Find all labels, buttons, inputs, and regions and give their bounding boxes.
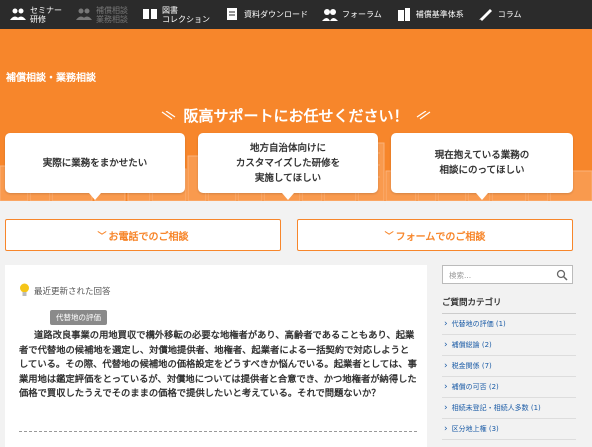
book-icon: [142, 7, 162, 23]
nav-item-4[interactable]: フォーラム: [322, 7, 382, 23]
nav-label-line2: 研修: [30, 14, 46, 24]
search-input[interactable]: 検索...: [442, 265, 573, 284]
nav-item-1[interactable]: 補償相談 業務相談: [76, 6, 128, 24]
bubble-text: 現在抱えている業務の 相談にのってほしい: [434, 150, 530, 176]
category-link[interactable]: › 税金関係 (7): [442, 356, 576, 377]
document-icon: [224, 7, 244, 23]
consult-icon: [76, 7, 96, 23]
nav-label-line1: セミナー: [30, 5, 62, 15]
need-bubble-consult: 現在抱えている業務の 相談にのってほしい: [391, 133, 573, 200]
category-list: › 代替地の評価 (1) › 補償総論 (2) › 税金関係 (7) › 補償の可否 (2) ›…: [442, 314, 578, 440]
decor-lines-right-icon: [416, 111, 431, 120]
nav-item-label: 資料ダウンロード: [244, 10, 308, 19]
nav-label-line1: 図書: [162, 5, 178, 15]
nav-label-line2: 業務相談: [96, 14, 128, 24]
nav-item-label: セミナー 研修: [30, 6, 62, 24]
category-heading: ご質問カテゴリ: [442, 296, 576, 314]
search-icon[interactable]: [556, 269, 568, 281]
chevron-down-icon: ﹀: [384, 231, 394, 242]
question-text[interactable]: 道路改良事業の用地買収で構外移転の必要な地権者があり、高齢者であることもあり、起…: [19, 329, 417, 402]
chevron-right-icon: ›: [444, 424, 448, 434]
nav-item-label: 補償基準体系: [416, 10, 464, 19]
nav-item-label: 補償相談 業務相談: [96, 6, 128, 24]
nav-item-label: フォーラム: [342, 10, 382, 19]
form-consult-label: フォームでのご相談: [395, 231, 486, 243]
nav-item-0[interactable]: セミナー 研修: [10, 6, 62, 24]
bubble-text: 実際に業務をまかせたい: [42, 157, 148, 169]
sidebar: 検索... ご質問カテゴリ › 代替地の評価 (1) › 補償総論 (2) › 税金関係 …: [442, 265, 578, 440]
category-link-label: 代替地の評価 (1): [451, 320, 506, 328]
nav-item-6[interactable]: コラム: [478, 7, 522, 23]
form-consult-button[interactable]: ﹀ フォームでのご相談: [297, 219, 573, 251]
pen-icon: [478, 7, 498, 23]
category-link-label: 補償の可否 (2): [451, 383, 499, 391]
category-link[interactable]: › 代替地の評価 (1): [442, 314, 576, 335]
chevron-right-icon: ›: [444, 361, 448, 371]
chevron-right-icon: ›: [444, 382, 448, 392]
forum-icon: [322, 7, 342, 23]
divider: [19, 431, 417, 432]
building-icon: [396, 7, 416, 23]
lightbulb-icon: [20, 283, 29, 296]
search-placeholder: 検索...: [449, 271, 472, 280]
latest-answers-label: 最近更新された回答: [34, 286, 111, 297]
nav-label-line1: 資料ダウンロード: [244, 10, 308, 19]
category-link-label: 区分地上権 (3): [451, 425, 499, 433]
latest-answers-heading: 最近更新された回答: [19, 283, 111, 298]
chevron-right-icon: ›: [444, 340, 448, 350]
category-link[interactable]: › 相続未登記・相続人多数 (1): [442, 398, 576, 419]
need-bubble-outsource: 実際に業務をまかせたい: [5, 133, 185, 200]
top-navigation: セミナー 研修 補償相談 業務相談 図書 コレクション 資料ダウンロード フォーラム 補償基準体…: [0, 0, 592, 29]
decor-lines-left-icon: [161, 111, 176, 120]
nav-label-line1: フォーラム: [342, 10, 382, 19]
phone-consult-button[interactable]: ﹀ お電話でのご相談: [5, 219, 281, 251]
hero-banner: 補償相談・業務相談 阪高サポートにお任せください！ 実際に業務をまかせたい 地方…: [0, 29, 592, 201]
nav-item-5[interactable]: 補償基準体系: [396, 7, 464, 23]
category-link[interactable]: › 補償総論 (2): [442, 335, 576, 356]
page-title: 補償相談・業務相談: [6, 73, 96, 84]
phone-consult-label: お電話でのご相談: [108, 231, 189, 243]
latest-answer-panel: 最近更新された回答 代替地の評価 道路改良事業の用地買収で構外移転の必要な地権者…: [5, 265, 427, 447]
category-tag[interactable]: 代替地の評価: [50, 310, 107, 325]
category-link[interactable]: › 補償の可否 (2): [442, 377, 576, 398]
nav-label-line1: コラム: [497, 10, 522, 19]
nav-item-label: 図書 コレクション: [162, 6, 210, 24]
nav-item-2[interactable]: 図書 コレクション: [142, 6, 210, 24]
bubble-text: 地方自治体向けに カスタマイズした研修を 実施してほしい: [235, 142, 341, 184]
category-link-label: 相続未登記・相続人多数 (1): [451, 404, 541, 412]
chevron-right-icon: ›: [444, 403, 448, 413]
nav-label-line1: 補償相談: [96, 5, 128, 15]
nav-item-3[interactable]: 資料ダウンロード: [224, 7, 308, 23]
chevron-right-icon: ›: [444, 319, 448, 329]
chevron-down-icon: ﹀: [97, 231, 107, 242]
category-link[interactable]: › 区分地上権 (3): [442, 419, 576, 440]
seminar-icon: [10, 7, 30, 23]
nav-label-line2: コレクション: [162, 14, 210, 24]
need-bubble-training: 地方自治体向けに カスタマイズした研修を 実施してほしい: [198, 133, 378, 200]
nav-label-line1: 補償基準体系: [415, 10, 464, 19]
category-link-label: 補償総論 (2): [451, 341, 492, 349]
nav-item-label: コラム: [498, 10, 522, 19]
category-link-label: 税金関係 (7): [451, 362, 492, 370]
